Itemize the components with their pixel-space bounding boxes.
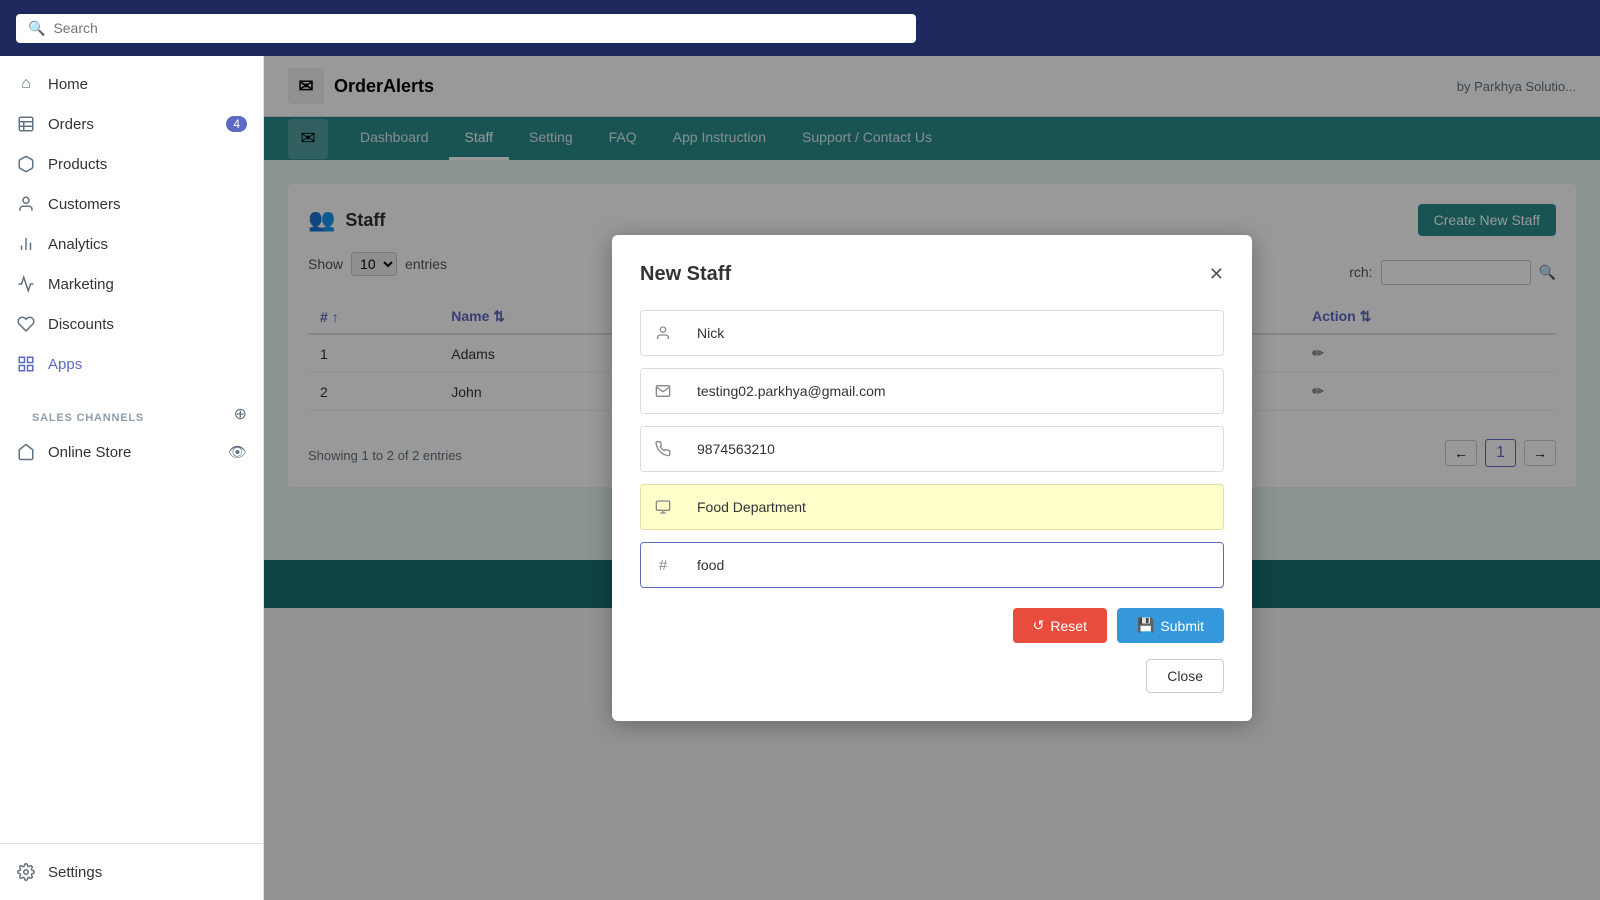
online-store-label: Online Store [48, 444, 131, 461]
submit-button[interactable]: 💾 Submit [1117, 608, 1224, 643]
sidebar: ⌂ Home Orders 4 Products Cus [0, 56, 264, 900]
modal-footer: Close [640, 659, 1224, 693]
modal-actions: ↺ Reset 💾 Submit [640, 608, 1224, 643]
modal-header: New Staff ✕ [640, 263, 1224, 286]
apps-icon [16, 354, 36, 374]
sales-channels-title: SALES CHANNELS [16, 400, 160, 428]
new-staff-modal: New Staff ✕ [612, 235, 1252, 721]
sidebar-item-home[interactable]: ⌂ Home [0, 64, 263, 104]
name-field [640, 310, 1224, 356]
search-input[interactable] [53, 20, 904, 36]
department-icon [641, 485, 685, 529]
online-store-icon [16, 442, 36, 462]
submit-label: Submit [1160, 618, 1204, 634]
sidebar-item-settings[interactable]: Settings [0, 852, 263, 892]
products-icon [16, 154, 36, 174]
sidebar-item-discounts[interactable]: Discounts [0, 304, 263, 344]
tag-input[interactable] [685, 547, 1223, 583]
email-field [640, 368, 1224, 414]
reset-label: Reset [1050, 618, 1087, 634]
department-input[interactable] [685, 489, 1223, 525]
sidebar-label-apps: Apps [48, 356, 82, 373]
content-area: ✉ OrderAlerts by Parkhya Solutio... ✉ Da… [264, 56, 1600, 900]
search-box[interactable]: 🔍 [16, 14, 916, 43]
sidebar-item-products[interactable]: Products [0, 144, 263, 184]
tag-icon: # [641, 543, 685, 587]
sidebar-item-apps[interactable]: Apps [0, 344, 263, 384]
home-icon: ⌂ [16, 74, 36, 94]
modal-overlay: New Staff ✕ [264, 56, 1600, 900]
tag-field: # [640, 542, 1224, 588]
sidebar-label-customers: Customers [48, 196, 121, 213]
main-layout: ⌂ Home Orders 4 Products Cus [0, 56, 1600, 900]
sidebar-item-orders[interactable]: Orders 4 [0, 104, 263, 144]
add-channel-icon[interactable]: ⊕ [234, 404, 247, 424]
name-input[interactable] [685, 315, 1223, 351]
phone-icon [641, 427, 685, 471]
settings-icon [16, 862, 36, 882]
settings-label: Settings [48, 864, 102, 881]
customers-icon [16, 194, 36, 214]
view-store-icon[interactable]: 👁 [228, 443, 247, 461]
sidebar-item-marketing[interactable]: Marketing [0, 264, 263, 304]
analytics-icon [16, 234, 36, 254]
sidebar-nav: ⌂ Home Orders 4 Products Cus [0, 56, 263, 843]
sidebar-item-customers[interactable]: Customers [0, 184, 263, 224]
phone-input[interactable] [685, 431, 1223, 467]
orders-icon [16, 114, 36, 134]
modal-close-x-button[interactable]: ✕ [1209, 264, 1224, 285]
top-bar: 🔍 [0, 0, 1600, 56]
department-field [640, 484, 1224, 530]
email-icon [641, 369, 685, 413]
close-button[interactable]: Close [1146, 659, 1224, 693]
sidebar-label-analytics: Analytics [48, 236, 108, 253]
discounts-icon [16, 314, 36, 334]
sidebar-label-marketing: Marketing [48, 276, 114, 293]
modal-title: New Staff [640, 263, 731, 286]
user-icon [641, 311, 685, 355]
email-input[interactable] [685, 373, 1223, 409]
search-icon: 🔍 [28, 20, 45, 37]
marketing-icon [16, 274, 36, 294]
sidebar-label-orders: Orders [48, 116, 94, 133]
sidebar-bottom: Settings [0, 843, 263, 900]
sales-channels-section: SALES CHANNELS ⊕ Online Store 👁 [0, 392, 263, 472]
reset-button[interactable]: ↺ Reset [1013, 608, 1107, 643]
sidebar-label-discounts: Discounts [48, 316, 114, 333]
sidebar-item-analytics[interactable]: Analytics [0, 224, 263, 264]
sidebar-item-online-store[interactable]: Online Store 👁 [0, 432, 263, 472]
sidebar-label-products: Products [48, 156, 107, 173]
sidebar-label-home: Home [48, 76, 88, 93]
phone-field [640, 426, 1224, 472]
orders-badge: 4 [226, 116, 247, 132]
sales-channels-header: SALES CHANNELS ⊕ [0, 392, 263, 432]
submit-icon: 💾 [1137, 617, 1154, 634]
reset-icon: ↺ [1033, 617, 1045, 634]
